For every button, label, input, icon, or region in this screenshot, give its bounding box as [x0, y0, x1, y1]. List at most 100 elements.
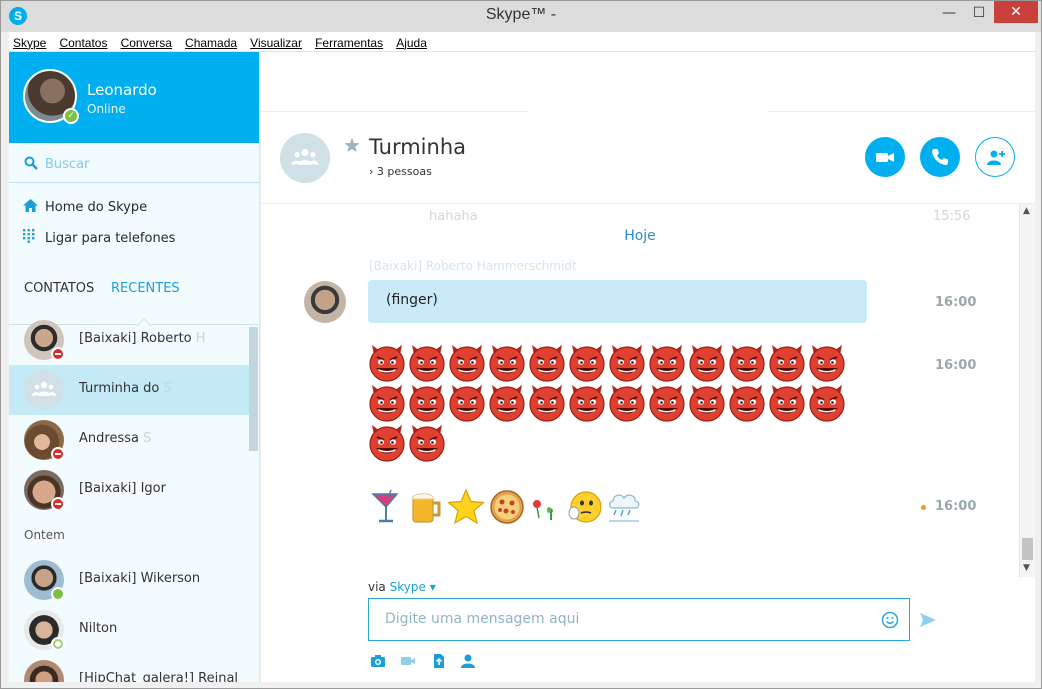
tab-contacts[interactable]: CONTATOS — [24, 281, 94, 308]
devil-emoji-icon — [649, 345, 685, 382]
rain-cloud-emoji-icon — [608, 494, 640, 522]
menu-ajuda[interactable]: Ajuda — [392, 34, 431, 53]
devil-emoji-icon — [569, 385, 605, 422]
devil-emoji-icon — [529, 345, 565, 382]
conversation-members[interactable]: › 3 pessoas — [369, 165, 432, 178]
message-text: (finger) — [386, 292, 438, 308]
menu-conversa[interactable]: Conversa — [117, 34, 176, 53]
devil-emoji-icon — [409, 385, 445, 422]
devil-emoji-icon — [449, 385, 485, 422]
search-icon — [24, 156, 38, 170]
minimize-button[interactable]: — — [935, 1, 963, 23]
message-input[interactable] — [385, 608, 865, 630]
send-icon[interactable] — [919, 612, 937, 628]
video-message-icon[interactable] — [400, 653, 416, 669]
nav-home-skype[interactable]: Home do Skype — [23, 199, 147, 221]
nav-phones-label: Ligar para telefones — [45, 230, 176, 246]
devil-emoji-icon — [409, 425, 445, 462]
nav-call-phones[interactable]: Ligar para telefones — [23, 229, 175, 251]
contact-name: [Baixaki] Roberto H — [79, 331, 206, 346]
devil-emoji-icon — [489, 345, 525, 382]
devil-emoji-icon — [809, 345, 845, 382]
skype-window: S Skype™ - — ☐ ✕ Skype Contatos Conversa… — [0, 0, 1042, 689]
cocktail-emoji-icon — [371, 489, 399, 523]
menu-visualizar[interactable]: Visualizar — [246, 34, 306, 53]
scroll-down-icon[interactable]: ▼ — [1023, 563, 1033, 573]
video-call-button[interactable] — [865, 137, 905, 177]
send-contact-icon[interactable] — [460, 653, 476, 669]
busy-status-icon — [51, 497, 65, 511]
recent-contact-igor[interactable]: [Baixaki] Igor — [9, 465, 249, 515]
sidebar: ✓ Leonardo Online Home do Skype — [9, 52, 260, 682]
window-title: Skype™ - — [485, 6, 557, 23]
via-label: via — [368, 580, 386, 594]
devil-emoji-icon — [809, 385, 845, 422]
recent-contact-roberto[interactable]: [Baixaki] Roberto H — [9, 315, 249, 365]
emoticon-message — [367, 488, 667, 528]
sent-indicator-icon — [921, 505, 926, 510]
phone-icon — [932, 149, 948, 165]
menu-bar: Skype Contatos Conversa Chamada Visualiz… — [9, 32, 1035, 52]
devil-emoji-icon — [609, 385, 645, 422]
beer-emoji-icon — [411, 493, 441, 523]
recent-contact-hipchat[interactable]: [HipChat_galera!] Reinal — [9, 655, 249, 682]
date-separator: Hoje — [624, 228, 656, 244]
devil-emoji-icon — [449, 345, 485, 382]
conversation-pane: Turminha › 3 pessoas hahaha 15:56 Hoje [… — [261, 52, 1035, 682]
voice-call-button[interactable] — [920, 137, 960, 177]
close-button[interactable]: ✕ — [994, 1, 1038, 23]
previous-message-text: hahaha — [429, 209, 478, 224]
nav-home-label: Home do Skype — [45, 200, 148, 215]
devil-emoji-icon — [769, 385, 805, 422]
message-history[interactable]: hahaha 15:56 Hoje [Baixaki] Roberto Hamm… — [261, 204, 1019, 577]
offline-status-icon — [51, 637, 65, 651]
menu-contatos[interactable]: Contatos — [55, 34, 111, 53]
emoticon-picker-icon[interactable] — [881, 611, 899, 629]
sidebar-scrollbar[interactable] — [249, 327, 258, 451]
menu-chamada[interactable]: Chamada — [181, 34, 241, 53]
message-bubble[interactable]: (finger) — [368, 280, 867, 323]
recent-contact-nilton[interactable]: Nilton — [9, 605, 249, 655]
via-selector[interactable]: via Skype ▾ — [368, 580, 436, 594]
recent-contact-andressa[interactable]: Andressa S — [9, 415, 249, 465]
contact-name: Nilton — [79, 621, 118, 636]
contact-name: Turminha do S — [79, 381, 172, 396]
devil-emoji-icon — [729, 385, 765, 422]
message-composer[interactable] — [368, 598, 910, 641]
send-file-icon[interactable] — [431, 653, 447, 669]
sender-avatar[interactable] — [304, 281, 346, 323]
search-input[interactable] — [45, 152, 245, 176]
contact-name: [HipChat_galera!] Reinal — [79, 671, 239, 682]
date-group-label: Ontem — [24, 528, 65, 542]
scroll-thumb[interactable] — [1022, 538, 1033, 560]
scroll-up-icon[interactable]: ▲ — [1023, 206, 1033, 216]
devil-emoji-icon — [689, 345, 725, 382]
devil-emoji-icon — [369, 425, 405, 462]
menu-skype[interactable]: Skype — [9, 34, 50, 53]
maximize-button[interactable]: ☐ — [965, 1, 993, 23]
profile-card[interactable]: ✓ Leonardo Online — [9, 52, 259, 143]
devil-emoji-icon — [369, 385, 405, 422]
devil-emoji-icon — [729, 345, 765, 382]
menu-ferramentas[interactable]: Ferramentas — [311, 34, 387, 53]
add-person-icon — [987, 150, 1005, 165]
message-scrollbar[interactable]: ▲ ▼ — [1019, 204, 1035, 577]
profile-presence[interactable]: Online — [87, 102, 126, 116]
previous-message-time: 15:56 — [933, 209, 971, 224]
video-camera-icon — [876, 153, 894, 162]
home-icon — [23, 199, 39, 216]
dialpad-icon — [23, 229, 39, 247]
recent-contact-wikerson[interactable]: [Baixaki] Wikerson — [9, 555, 249, 605]
via-skype-link[interactable]: Skype — [390, 580, 426, 594]
devil-emoji-icon — [369, 345, 405, 382]
conversation-group-avatar[interactable] — [280, 133, 330, 183]
recent-contact-turminha[interactable]: Turminha do S — [9, 365, 249, 415]
tab-recent[interactable]: RECENTES — [111, 281, 180, 310]
contact-name: [Baixaki] Wikerson — [79, 571, 201, 586]
favorite-star-icon[interactable] — [344, 137, 360, 153]
add-people-button[interactable] — [975, 137, 1015, 177]
thinking-emoji-icon — [568, 491, 602, 523]
group-icon — [291, 148, 319, 165]
conversation-title[interactable]: Turminha — [369, 135, 466, 159]
camera-icon[interactable] — [370, 653, 386, 669]
